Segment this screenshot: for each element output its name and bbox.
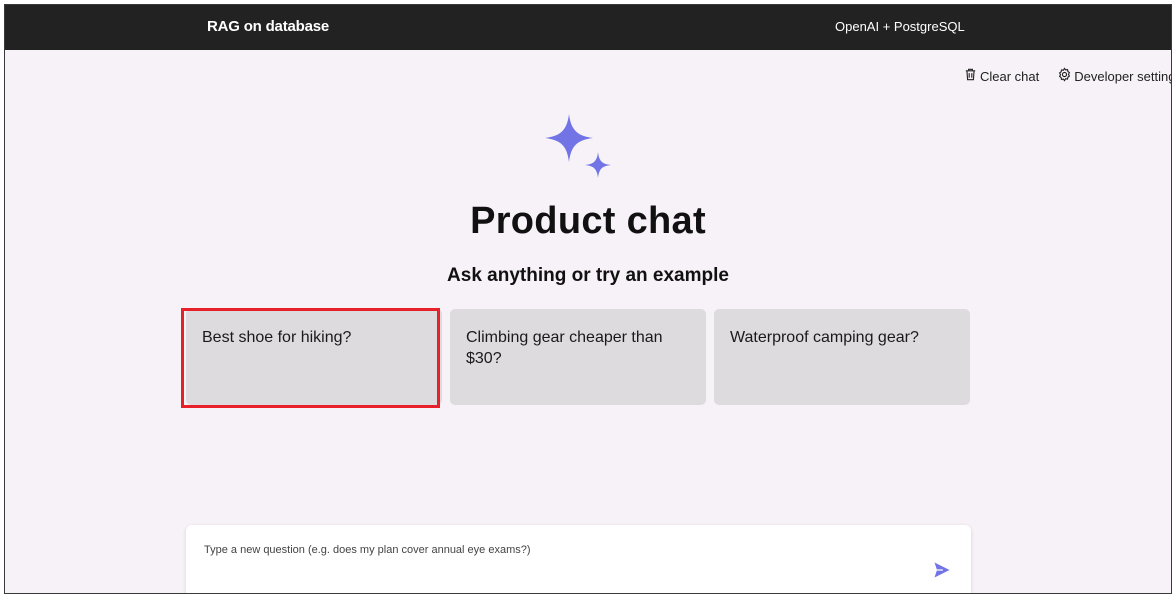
app-title[interactable]: RAG on database [207,18,329,35]
app-window: RAG on database OpenAI + PostgreSQL Clea… [4,4,1172,594]
send-icon [932,562,952,583]
trash-icon [963,67,978,85]
developer-settings-label: Developer settings [1074,68,1172,84]
sparkle-icon [543,112,615,184]
developer-settings-button[interactable]: Developer settings [1057,67,1172,85]
example-card-3[interactable]: Waterproof camping gear? [714,309,970,405]
question-box [186,525,971,593]
clear-chat-button[interactable]: Clear chat [963,67,1039,85]
page-subtitle: Ask anything or try an example [447,265,729,286]
example-card-2[interactable]: Climbing gear cheaper than $30? [450,309,706,405]
example-card-1[interactable]: Best shoe for hiking? [186,309,442,405]
page-title: Product chat [470,200,706,242]
gear-icon [1057,67,1072,85]
send-button[interactable] [930,559,954,583]
top-bar: RAG on database OpenAI + PostgreSQL [5,5,1171,50]
app-subtitle: OpenAI + PostgreSQL [835,19,965,34]
question-input[interactable] [204,539,904,561]
clear-chat-label: Clear chat [980,68,1040,84]
command-bar: Clear chat Developer settings [963,67,1172,85]
